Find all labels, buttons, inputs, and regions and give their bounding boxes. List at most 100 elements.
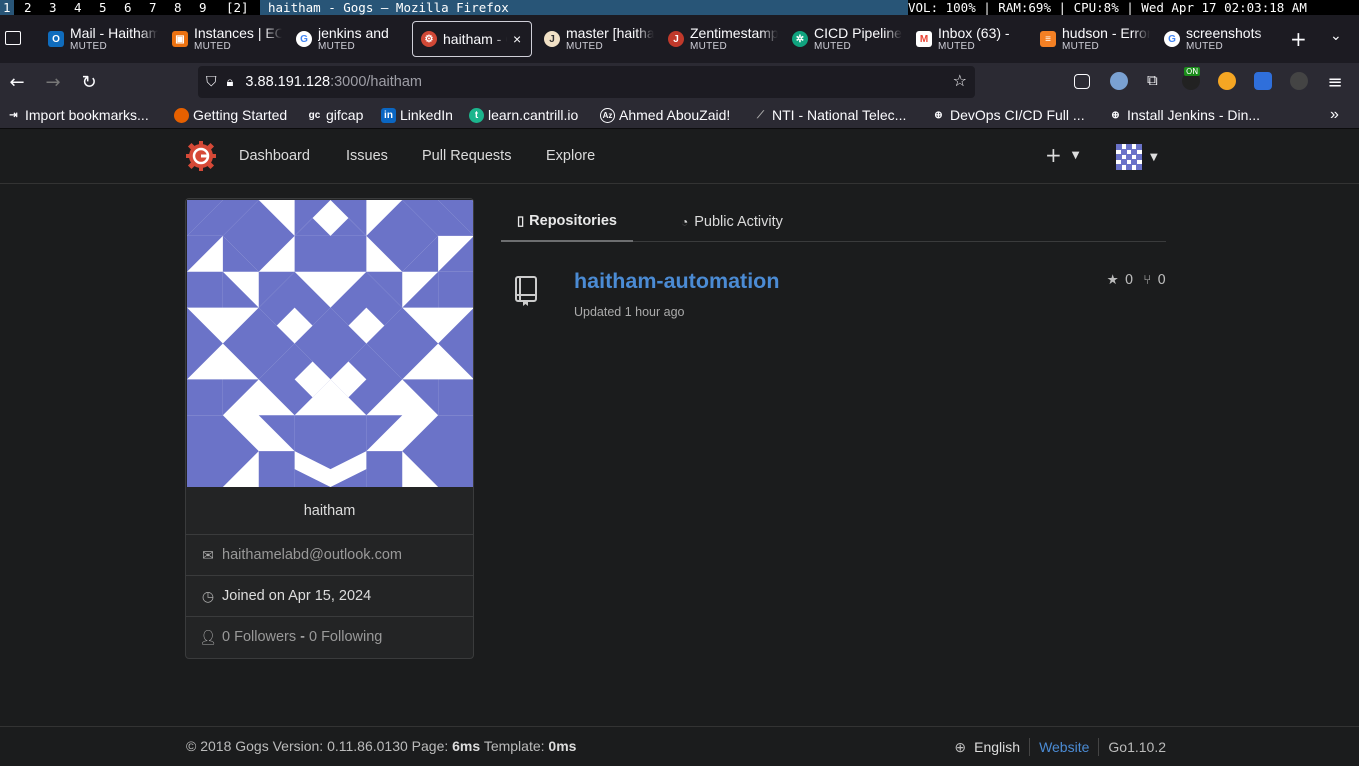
following-link[interactable]: 0 Following [309,629,382,645]
repo-name-link[interactable]: haitham-automation [574,269,779,294]
tab-instances[interactable]: ▣ Instances | EC2MUTED [164,21,284,57]
footer-template-time: 0ms [548,738,577,754]
tab-overview-icon[interactable] [5,31,21,45]
extensions-puzzle-icon[interactable]: ⧉ [1147,71,1165,89]
tab-title: hudson - Error [1062,25,1150,41]
gogs-logo-icon[interactable] [186,141,216,171]
cantrill-icon: t [469,107,484,123]
tab-cicd-pipeline[interactable]: ✲ CICD Pipeline MUTED [784,21,904,57]
tab-muted-label: MUTED [690,41,728,52]
bookmark-label: Getting Started [193,107,288,123]
tab-label: Public Activity [694,214,783,230]
bookmark-label: Import bookmarks... [25,107,149,123]
tab-gogs-active[interactable]: ⚙ haitham - Gogs × [412,21,532,57]
navigation-toolbar: ← → ↻ ⛉ 🔒︎ 3.88.191.128 :3000/haitham ☆ … [0,63,1359,101]
bookmark-gifcap[interactable]: gc gifcap [307,105,364,125]
hamburger-menu-icon[interactable]: ≡ [1324,71,1346,93]
google-icon: G [296,31,312,47]
globe-icon: ⊕ [954,738,967,755]
plus-icon: + [1045,143,1062,167]
bookmark-label: DevOps CI/CD Full ... [950,107,1085,123]
workspace-6[interactable]: 6 [124,0,132,15]
pocket-icon[interactable] [1074,74,1090,89]
url-host: 3.88.191.128 [245,74,331,90]
tab-muted-label: MUTED [1062,41,1100,52]
workspace-4[interactable]: 4 [74,0,82,15]
nav-dashboard[interactable]: Dashboard [239,148,310,164]
bookmark-nti[interactable]: ⟋ NTI - National Telec... [753,105,906,125]
forward-icon[interactable]: → [42,71,64,93]
book-icon: ▯ [517,213,525,228]
reload-icon[interactable]: ↻ [78,71,100,93]
profile-username: haitham [303,502,356,519]
jenkins-icon: J [668,31,684,47]
language-selector[interactable]: English [974,739,1020,755]
caret-down-icon: ▼ [1071,149,1080,161]
workspace-1[interactable]: 1 [0,0,14,15]
profile-joined-row: ◷ Joined on Apr 15, 2024 [186,575,473,616]
nav-issues[interactable]: Issues [346,148,388,164]
list-all-tabs-icon[interactable]: ⌄ [1330,28,1342,44]
workspace-5[interactable]: 5 [99,0,107,15]
bookmark-linkedin[interactable]: in LinkedIn [381,105,453,125]
back-icon[interactable]: ← [6,71,28,93]
workspace-3[interactable]: 3 [49,0,57,15]
workspace-8[interactable]: 8 [174,0,182,15]
bookmark-install-jenkins[interactable]: ⊕ Install Jenkins - Din... [1108,105,1260,125]
bookmark-import[interactable]: ⇥ Import bookmarks... [6,105,149,125]
workspace-2[interactable]: 2 [24,0,32,15]
profile-email[interactable]: haithamelabd@outlook.com [222,547,402,563]
tab-screenshots[interactable]: G screenshots MUTED [1156,21,1276,57]
shield-icon[interactable]: ⛉ [206,74,217,90]
tab-mail[interactable]: O Mail - Haitham MUTED [40,21,160,57]
footer-template-label: Template: [483,738,545,754]
window-manager-bar: 1 2 3 4 5 6 7 8 9 [2] haitham - Gogs — M… [0,0,1359,15]
footer-page-time: 6ms [452,738,481,754]
tab-title: jenkins and [318,25,389,41]
footer-version-info: © 2018 Gogs Version: 0.11.86.0130 Page: … [186,738,576,754]
close-tab-icon[interactable]: × [513,31,521,47]
tab-hudson-error[interactable]: ≡ hudson - Error MUTED [1032,21,1152,57]
tab-title: Zentimestamp [690,25,778,41]
tab-gmail-inbox[interactable]: M Inbox (63) - MUTED [908,21,1028,57]
nav-explore[interactable]: Explore [546,148,595,164]
save-icon[interactable] [1254,72,1272,90]
create-new-dropdown[interactable]: + ▼ [1045,143,1079,167]
workspace-9[interactable]: 9 [199,0,207,15]
profile-tabs: ▯ Repositories ◔ Public Activity [501,202,1166,242]
tab-title: Mail - Haitham [70,25,158,41]
url-path: :3000/haitham [330,74,422,90]
website-link[interactable]: Website [1039,739,1089,755]
repo-updated: Updated 1 hour ago [574,305,685,319]
fork-icon: ⑂ [1143,272,1152,288]
tab-repositories[interactable]: ▯ Repositories [501,202,633,242]
bookmark-getting-started[interactable]: Getting Started [174,105,287,125]
followers-link[interactable]: 0 Followers [222,629,296,645]
profile-extension-icon[interactable] [1110,72,1128,90]
workspace-scratch[interactable]: [2] [226,0,249,15]
tab-jenkins-search[interactable]: G jenkins and MUTED [288,21,408,57]
bookmark-label: NTI - National Telec... [772,107,907,123]
profile-avatar [187,200,473,487]
url-bar[interactable]: ⛉ 🔒︎ 3.88.191.128 :3000/haitham ☆ [198,66,975,98]
new-tab-icon[interactable]: + [1290,27,1307,51]
tab-muted-label: MUTED [814,41,852,52]
more-bookmarks-chevron-icon[interactable]: » [1330,105,1339,125]
lock-warning-icon[interactable]: 🔒︎ [227,75,234,90]
bookmark-star-icon[interactable]: ☆ [953,71,967,90]
bookmark-devops-cicd[interactable]: ⊕ DevOps CI/CD Full ... [931,105,1085,125]
tab-jenkins-master[interactable]: J master [haithamMUTED [536,21,656,57]
bookmark-ahmed-abouzaid[interactable]: Az Ahmed AbouZaid! [600,105,730,125]
tab-zentimestamp[interactable]: J Zentimestamp MUTED [660,21,780,57]
ghostery-icon[interactable] [1290,72,1308,90]
tab-public-activity[interactable]: ◔ Public Activity [681,202,783,242]
bookmark-label: gifcap [326,107,364,123]
nav-pull-requests[interactable]: Pull Requests [422,148,511,164]
profile-joined: Joined on Apr 15, 2024 [222,588,372,604]
keeper-icon[interactable] [1218,72,1236,90]
bookmark-cantrill[interactable]: t learn.cantrill.io [469,105,578,125]
nti-icon: ⟋ [757,109,764,121]
user-menu-dropdown[interactable]: ▼ [1116,144,1158,170]
tab-title: Instances | EC2 [194,25,282,41]
workspace-7[interactable]: 7 [149,0,157,15]
